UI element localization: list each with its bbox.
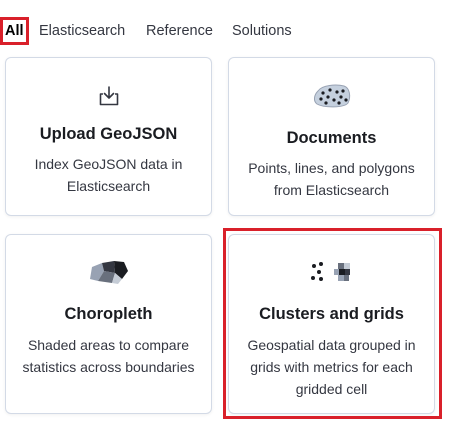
tab-all[interactable]: All — [0, 17, 29, 45]
choropleth-card[interactable]: Choropleth Shaded areas to compare stati… — [5, 234, 212, 414]
documents-points-icon — [229, 82, 434, 110]
clusters-grids-card[interactable]: Clusters and grids Geospatial data group… — [228, 234, 435, 414]
tab-elasticsearch[interactable]: Elasticsearch — [39, 20, 125, 42]
card-description: Points, lines, and polygons from Elastic… — [248, 160, 415, 198]
upload-icon — [6, 84, 211, 108]
tab-solutions[interactable]: Solutions — [232, 20, 292, 42]
layer-type-tabs: All Elasticsearch Reference Solutions — [0, 0, 454, 50]
documents-card[interactable]: Documents Points, lines, and polygons fr… — [228, 57, 435, 216]
clusters-grids-icon — [229, 259, 434, 285]
upload-geojson-card[interactable]: Upload GeoJSON Index GeoJSON data in Ela… — [5, 57, 212, 216]
card-description: Index GeoJSON data in Elasticsearch — [34, 156, 183, 194]
choropleth-icon — [6, 258, 211, 286]
card-title: Upload GeoJSON — [39, 125, 178, 143]
card-description: Geospatial data grouped in grids with me… — [247, 337, 416, 397]
tab-reference[interactable]: Reference — [146, 20, 213, 42]
card-description: Shaded areas to compare statistics acros… — [22, 337, 195, 375]
card-title: Choropleth — [64, 305, 153, 323]
card-title: Clusters and grids — [259, 305, 404, 323]
card-title: Documents — [286, 129, 377, 147]
